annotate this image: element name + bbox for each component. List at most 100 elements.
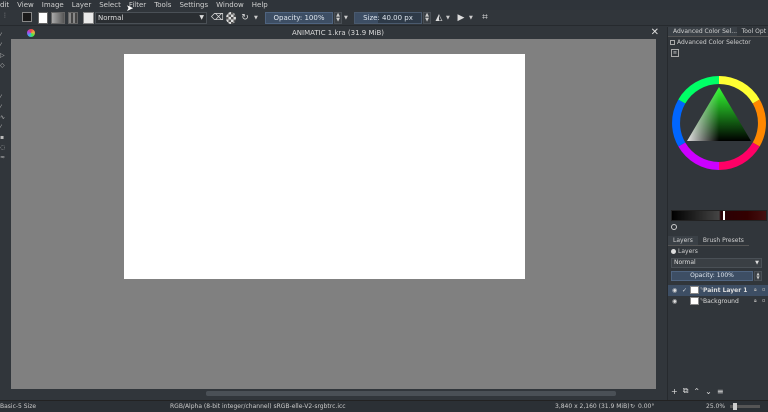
rotation-status: 0.00° bbox=[638, 403, 655, 410]
document-title: ANIMATIC 1.kra (31.9 MiB) bbox=[291, 29, 384, 37]
layer-opacity-slider[interactable]: Opacity: 100% bbox=[671, 271, 753, 281]
size-slider[interactable]: Size: 40.00 px bbox=[354, 12, 422, 24]
pattern-selector[interactable] bbox=[68, 12, 78, 24]
tool-icon[interactable]: ≈ bbox=[0, 155, 8, 161]
chevron-down-icon[interactable]: ▼ bbox=[469, 12, 475, 24]
preserve-alpha-icon[interactable] bbox=[226, 12, 236, 24]
layer-row[interactable]: ◉ ✎ Background 🔒︎ α bbox=[668, 296, 768, 307]
chevron-down-icon: ▼ bbox=[199, 14, 204, 21]
layer-opacity-spinner[interactable]: ▲ ▼ bbox=[754, 271, 762, 281]
size-spinner[interactable]: ▲ ▼ bbox=[423, 12, 431, 24]
chevron-down-icon[interactable]: ▼ bbox=[344, 12, 350, 24]
eraser-icon[interactable]: ⌫ bbox=[211, 12, 224, 24]
chevron-down-icon[interactable]: ▼ bbox=[446, 12, 452, 24]
settings-icon[interactable]: ≡ bbox=[671, 49, 679, 57]
layers-panel-title-text: Layers bbox=[678, 248, 698, 255]
vertical-scrollbar[interactable] bbox=[656, 39, 665, 389]
tool-icon[interactable]: ∿ bbox=[0, 115, 8, 121]
tool-icon[interactable]: ◇ bbox=[0, 63, 8, 69]
alpha-lock-icon[interactable]: α bbox=[762, 296, 765, 307]
horizontal-scrollbar[interactable] bbox=[11, 389, 656, 398]
duplicate-layer-icon[interactable]: ⧉ bbox=[683, 386, 689, 396]
layers-panel-title: Layers bbox=[671, 248, 698, 256]
layer-blend-mode-select[interactable]: Normal ▼ bbox=[671, 258, 762, 268]
canvas-area[interactable] bbox=[11, 39, 665, 389]
color-wheel[interactable] bbox=[671, 75, 767, 171]
reload-preset-icon[interactable]: ↻ bbox=[240, 12, 250, 24]
chevron-down-icon[interactable]: ▼ bbox=[254, 12, 260, 24]
tab-layers[interactable]: Layers bbox=[668, 236, 698, 246]
wrap-around-icon[interactable]: ⌗ bbox=[480, 12, 490, 24]
zoom-slider-handle[interactable] bbox=[733, 403, 737, 410]
tool-icon[interactable]: ▪ bbox=[0, 135, 8, 141]
size-slider-label: Size: 40.00 px bbox=[363, 14, 413, 22]
menu-tools[interactable]: Tools bbox=[150, 0, 175, 10]
menu-view[interactable]: View bbox=[13, 0, 38, 10]
layer-name[interactable]: Paint Layer 1 bbox=[703, 285, 747, 296]
lock-icon[interactable]: 🔒︎ bbox=[754, 296, 757, 307]
mirror-vertical-icon[interactable]: ▶ bbox=[456, 12, 466, 24]
document-titlebar: ANIMATIC 1.kra (31.9 MiB) ✕ bbox=[11, 27, 665, 39]
opacity-slider[interactable]: Opacity: 100% bbox=[265, 12, 333, 24]
advanced-color-selector-header: Advanced Color Selector bbox=[670, 38, 768, 47]
blend-mode-select[interactable]: Normal ▼ bbox=[95, 12, 207, 24]
layer-actions: + ⧉ ⌃ ⌄ ≡ bbox=[668, 385, 768, 397]
tab-brush-presets[interactable]: Brush Presets bbox=[697, 236, 749, 246]
menu-select[interactable]: Select bbox=[95, 0, 125, 10]
mirror-horizontal-icon[interactable]: ◭ bbox=[434, 12, 444, 24]
eye-icon[interactable]: ◉ bbox=[672, 285, 677, 296]
tab-advanced-color-selector[interactable]: Advanced Color Sel... bbox=[668, 27, 737, 37]
color-wheel-graphic bbox=[672, 76, 766, 170]
move-up-icon[interactable]: ⌃ bbox=[693, 387, 700, 396]
brush-preset-status[interactable]: Basic-5 Size bbox=[0, 401, 36, 412]
checkbox-icon[interactable] bbox=[670, 40, 675, 45]
status-bar: Basic-5 Size RGB/Alpha (8-bit integer/ch… bbox=[0, 400, 768, 412]
tool-icon[interactable]: ⁄ bbox=[0, 33, 8, 39]
opacity-spinner[interactable]: ▲ ▼ bbox=[334, 12, 342, 24]
tool-icon[interactable]: ⁄ bbox=[0, 95, 8, 101]
menu-edit[interactable]: dit bbox=[0, 0, 13, 10]
color-space-status: RGB/Alpha (8-bit integer/channel) sRGB-e… bbox=[170, 403, 346, 410]
right-docker: Advanced Color Sel... Tool Opt Advanced … bbox=[667, 27, 768, 400]
background-color-swatch[interactable] bbox=[38, 12, 48, 24]
foreground-color-swatch[interactable] bbox=[22, 12, 32, 22]
toolbox: ⁄ ⁄ ▷ ◇ ⁄ ⁄ ∿ ⁄ ▪ ◌ ≈ bbox=[0, 27, 10, 400]
mouse-cursor-icon: ➤ bbox=[126, 4, 134, 14]
layers-icon bbox=[671, 249, 676, 254]
eye-icon[interactable]: ◉ bbox=[672, 296, 677, 307]
advanced-color-selector-title: Advanced Color Selector bbox=[677, 39, 751, 46]
brush-preset-button[interactable] bbox=[83, 12, 94, 24]
tab-tool-options[interactable]: Tool Opt bbox=[736, 27, 768, 37]
lock-icon[interactable]: 🔒︎ bbox=[754, 285, 757, 296]
layer-thumbnail bbox=[690, 297, 699, 305]
layer-thumbnail bbox=[690, 286, 699, 294]
zoom-status: 25.0% bbox=[706, 403, 726, 410]
tool-icon[interactable]: ⁄ bbox=[0, 125, 8, 131]
menu-icon[interactable]: ≡ bbox=[717, 387, 724, 396]
menu-bar: dit View Image Layer Select Filter Tools… bbox=[0, 0, 768, 10]
tool-icon[interactable]: ◌ bbox=[0, 145, 8, 151]
tool-icon[interactable]: ⁄ bbox=[0, 105, 8, 111]
checkmark-icon[interactable]: ✓ bbox=[682, 285, 687, 296]
tool-icon[interactable]: ▷ bbox=[0, 53, 8, 59]
layer-name[interactable]: Background bbox=[703, 296, 739, 307]
menu-window[interactable]: Window bbox=[212, 0, 248, 10]
color-mode-radio[interactable] bbox=[671, 224, 677, 230]
alpha-lock-icon[interactable]: α bbox=[762, 285, 765, 296]
tool-icon[interactable]: ⁄ bbox=[0, 43, 8, 49]
add-layer-icon[interactable]: + bbox=[671, 387, 678, 396]
menu-help[interactable]: Help bbox=[248, 0, 272, 10]
artboard[interactable] bbox=[124, 54, 525, 279]
color-bar-marker bbox=[723, 211, 725, 220]
menu-image[interactable]: Image bbox=[38, 0, 68, 10]
close-icon[interactable]: ✕ bbox=[651, 27, 659, 39]
blend-mode-value: Normal bbox=[98, 14, 124, 22]
docker-tabs: Advanced Color Sel... Tool Opt bbox=[668, 27, 768, 37]
menu-layer[interactable]: Layer bbox=[68, 0, 96, 10]
layer-row[interactable]: ◉ ✓ ✎ Paint Layer 1 🔒︎ α bbox=[668, 285, 768, 296]
menu-settings[interactable]: Settings bbox=[175, 0, 212, 10]
move-down-icon[interactable]: ⌄ bbox=[705, 387, 712, 396]
horizontal-scrollbar-thumb[interactable] bbox=[206, 391, 616, 396]
color-history-bar[interactable] bbox=[671, 210, 767, 221]
gradient-selector[interactable] bbox=[51, 12, 65, 24]
